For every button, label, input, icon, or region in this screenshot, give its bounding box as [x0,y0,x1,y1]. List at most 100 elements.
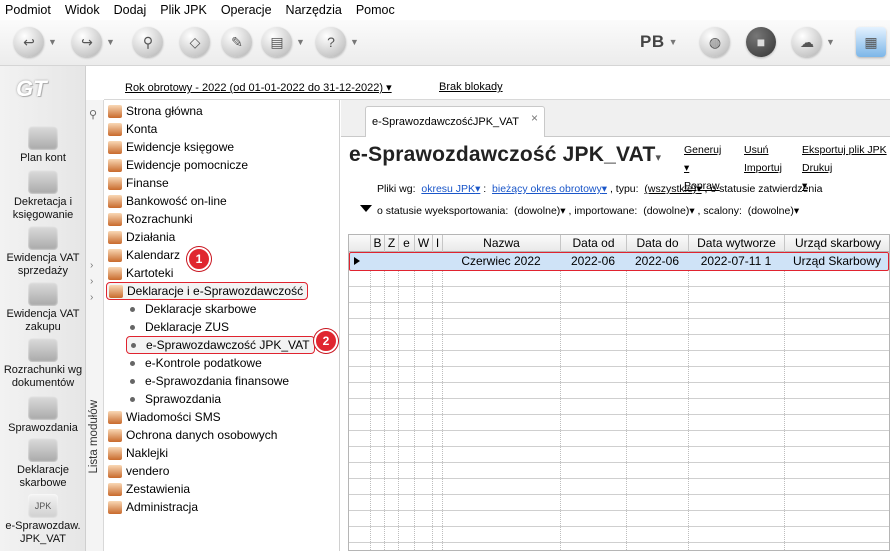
table-row[interactable]: Czerwiec 2022 2022-06 2022-06 2022-07-11… [349,252,889,271]
module-plan-kont[interactable]: Plan kont [0,126,86,165]
tree-item-jpk-vat[interactable]: e-Sprawozdawczość JPK_VAT [126,336,315,354]
module-label: Rozrachunki wg dokumentów [3,364,83,389]
fiscal-year-selector[interactable]: Rok obrotowy - 2022 (od 01-01-2022 do 31… [125,81,392,94]
filter-scalony[interactable]: (dowolne)▾ [748,205,799,217]
tree-item-ewidencje-pomocnicze[interactable]: Ewidencje pomocnicze [108,156,248,174]
tree-item-ochrona-danych[interactable]: Ochrona danych osobowych [108,426,277,444]
chevron-down-icon: ▼ [296,37,305,47]
module-label: Plan kont [20,152,66,164]
bullet-icon [130,324,135,330]
tree-item-naklejki[interactable]: Naklejki [108,444,168,462]
tree-item-deklaracje[interactable]: Deklaracje i e-Sprawozdawczość [106,282,309,300]
toolbar-print-button[interactable]: ▤ ▼ [262,26,305,58]
menu-operacje[interactable]: Operacje [220,3,273,17]
filter-okres-jpk[interactable]: okresu JPK▾ [421,183,480,195]
admin-icon [108,500,122,514]
toolbar-layout-button[interactable]: ▦ [856,26,886,58]
module-deklaracje-skarbowe[interactable]: Deklaracje skarbowe [0,438,86,490]
lock-status-link[interactable]: Brak blokady [439,81,503,93]
toolbar-cloud-button[interactable]: ☁ ▼ [792,26,835,58]
tree-item-administracja[interactable]: Administracja [108,498,198,516]
pin-icon[interactable]: ⚲ [89,108,97,121]
grid-header-i[interactable]: I [433,235,443,252]
menu-widok[interactable]: Widok [64,3,101,17]
toolbar-help-button[interactable]: ? ▼ [316,26,359,58]
grid-header-e[interactable]: e [399,235,415,252]
tree-item-e-sprawozdania[interactable]: e-Sprawozdania finansowe [128,372,289,390]
tree-item-zestawienia[interactable]: Zestawienia [108,480,190,498]
tab-jpk-vat[interactable]: e-SprawozdawczośćJPK_VAT × [365,106,545,137]
ledger-icon [108,158,122,172]
module-dekretacja[interactable]: Dekretacja i księgowanie [0,170,86,222]
grid-header-data-do[interactable]: Data do [627,235,689,252]
chevron-down-icon: ▾ [655,152,662,164]
menu-plik-jpk[interactable]: Plik JPK [159,3,208,17]
tree-item-bankowosc[interactable]: Bankowość on-line [108,192,227,210]
grid-header-w[interactable]: W [415,235,433,252]
tree-item-finanse[interactable]: Finanse [108,174,169,192]
toolbar-pb-button[interactable]: PB ▼ [640,26,678,58]
tree-item-deklaracje-zus[interactable]: Deklaracje ZUS [128,318,229,336]
module-vat-sprzedazy[interactable]: Ewidencja VAT sprzedaży [0,226,86,278]
filter-collapse-arrow[interactable] [360,205,372,212]
tree-item-sms[interactable]: Wiadomości SMS [108,408,221,426]
cell-nazwa: Czerwiec 2022 [461,254,541,268]
toolbar-stamp-button[interactable]: ⚲ [133,26,163,58]
jpk-grid[interactable]: B Z e W I Nazwa Data od Data do Data wyt… [348,234,890,551]
importuj-button[interactable]: Importuj [744,159,782,177]
tree-item-dzialania[interactable]: Działania [108,228,175,246]
tree-item-deklaracje-skarbowe[interactable]: Deklaracje skarbowe [128,300,256,318]
tree-item-sprawozdania[interactable]: Sprawozdania [128,390,221,408]
tree-item-vendero[interactable]: vendero [108,462,169,480]
close-icon[interactable]: × [531,111,538,125]
tree-item-e-kontrole[interactable]: e-Kontrole podatkowe [128,354,262,372]
grid-header-b[interactable]: B [371,235,385,252]
tree-item-strona-glowna[interactable]: Strona główna [108,102,203,120]
grid-header-data-od[interactable]: Data od [561,235,627,252]
globe-icon: ◍ [700,27,730,57]
stamp-icon [28,438,58,462]
toolbar-forward-button[interactable]: ↪ ▼ [72,26,115,58]
toolbar-eraser-button[interactable]: ◇ [180,26,210,58]
tree-item-kalendarz[interactable]: Kalendarz [108,246,180,264]
menu-pomoc[interactable]: Pomoc [355,3,396,17]
menu-podmiot[interactable]: Podmiot [4,3,52,17]
tree-label: Sprawozdania [145,392,222,406]
module-sprawozdania[interactable]: Sprawozdania [0,396,86,435]
usun-button[interactable]: Usuń [744,141,782,159]
filter-wyeksportowane[interactable]: (dowolne)▾ [514,205,565,217]
grid-header-nazwa[interactable]: Nazwa [443,235,561,252]
toolbar-back-button[interactable]: ↩ ▼ [14,26,57,58]
menu-narzedzia[interactable]: Narzędzia [285,3,343,17]
module-list-strip[interactable]: › › › Lista modułów [86,100,104,551]
menu-dodaj[interactable]: Dodaj [113,3,148,17]
filter-typu[interactable]: (wszystkie)▾ [644,183,701,195]
grid-header-data-wytworzenia[interactable]: Data wytworze [689,235,785,252]
cell-data-od: 2022-06 [570,254,616,268]
module-vat-zakupu[interactable]: Ewidencja VAT zakupu [0,282,86,334]
chevron-right-icon: › [90,260,94,271]
filter-scalony-value: (dowolne) [747,205,794,217]
grid-header-urzad[interactable]: Urząd skarbowy [785,235,889,252]
eksportuj-button[interactable]: Eksportuj plik JPK [802,141,887,159]
generuj-button[interactable]: Generuj ▾ [684,141,721,177]
tree-item-rozrachunki[interactable]: Rozrachunki [108,210,193,228]
tree-label: Rozrachunki [126,212,193,226]
grid-header-z[interactable]: Z [385,235,399,252]
toolbar-tools-button[interactable]: ✎ [222,26,252,58]
tree-item-ewidencje-ksiegowe[interactable]: Ewidencje księgowe [108,138,234,156]
tree-item-kartoteki[interactable]: Kartoteki [108,264,173,282]
filter-importowane[interactable]: (dowolne)▾ [643,205,694,217]
page-title[interactable]: e-Sprawozdawczość JPK_VAT▾ [349,143,661,167]
tree-label: Działania [126,230,176,244]
grid-col-line [384,252,385,550]
module-jpk-vat[interactable]: JPK e-Sprawozdaw. JPK_VAT [0,494,86,546]
module-rozrachunki[interactable]: Rozrachunki wg dokumentów [0,338,86,390]
tree-item-konta[interactable]: Konta [108,120,157,138]
tools-icon: ✎ [222,27,252,57]
checkmark-icon [28,338,58,362]
bullet-icon [130,396,135,402]
toolbar-globe-button[interactable]: ◍ [700,26,730,58]
toolbar-cube-button[interactable]: ■ [746,26,776,58]
filter-okres-obrotowy[interactable]: bieżący okres obrotowy▾ [492,183,607,195]
